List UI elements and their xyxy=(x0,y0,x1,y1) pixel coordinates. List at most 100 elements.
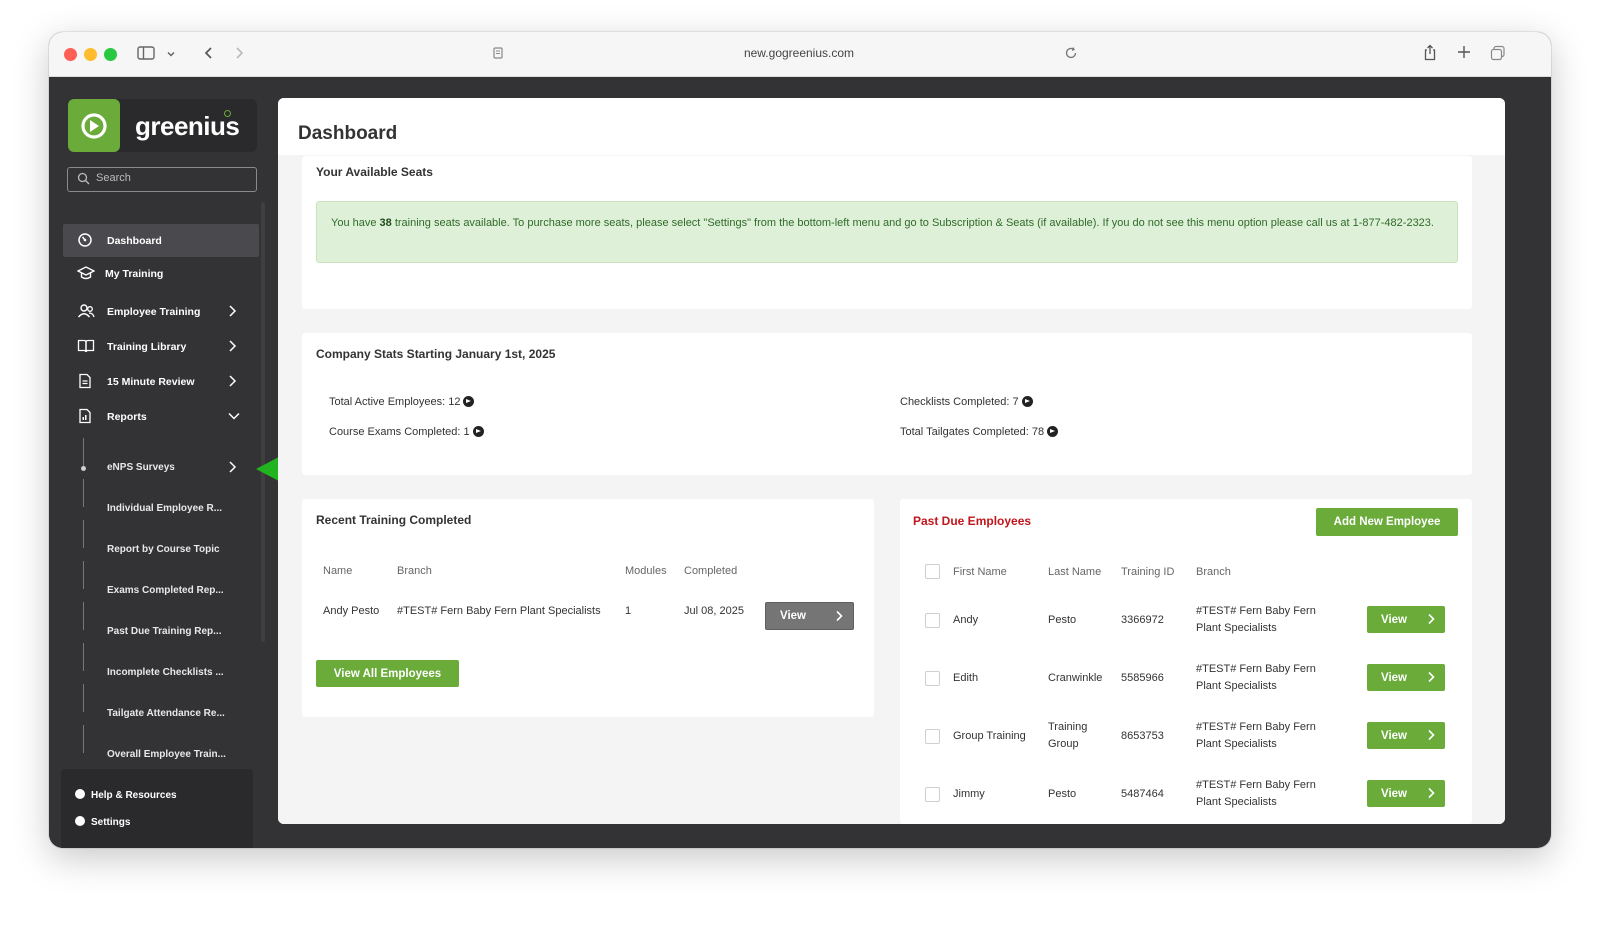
main-content: Dashboard Your Available Seats You have … xyxy=(278,98,1505,824)
cell-first-name: Jimmy xyxy=(953,788,985,800)
report-icon xyxy=(77,408,95,426)
view-employee-button[interactable]: View xyxy=(1367,722,1445,749)
sidebar-scrollbar[interactable] xyxy=(261,202,265,642)
view-training-button[interactable]: View xyxy=(765,602,854,630)
sidebar-item-label: Dashboard xyxy=(107,235,162,247)
chevron-right-icon xyxy=(1427,729,1435,744)
back-arrow-icon[interactable] xyxy=(203,46,215,64)
sidebar-item-my-training[interactable]: My Training xyxy=(63,257,259,290)
sidebar-subitem-label: Report by Course Topic xyxy=(107,544,220,555)
available-seats-card: Your Available Seats You have 38 trainin… xyxy=(302,156,1472,309)
row-checkbox[interactable] xyxy=(925,729,940,744)
view-employee-button[interactable]: View xyxy=(1367,664,1445,691)
chevron-down-icon[interactable] xyxy=(166,47,176,63)
logo-text: greenius xyxy=(135,111,240,141)
address-bar[interactable]: new.gogreenius.com xyxy=(709,46,889,60)
chevron-right-icon xyxy=(227,374,237,391)
tree-line xyxy=(83,602,84,630)
card-title: Recent Training Completed xyxy=(316,513,472,527)
chevron-right-icon xyxy=(227,460,237,477)
alert-text: training seats available. To purchase mo… xyxy=(391,217,1434,229)
view-all-employees-button[interactable]: View All Employees xyxy=(316,660,459,687)
column-header-branch: Branch xyxy=(397,565,432,577)
tab-overview-icon[interactable] xyxy=(1490,45,1506,65)
share-icon[interactable] xyxy=(1423,44,1437,65)
sidebar-subitem-label: eNPS Surveys xyxy=(107,462,175,473)
cell-branch: #TEST# Fern Baby Fern Plant Specialists xyxy=(1196,605,1316,634)
column-header-modules: Modules xyxy=(625,565,667,577)
search-box[interactable] xyxy=(67,167,257,192)
column-header-name: Name xyxy=(323,565,353,577)
reader-icon[interactable] xyxy=(492,46,504,64)
sidebar-subitem-enps-surveys[interactable]: eNPS Surveys xyxy=(81,438,253,489)
reload-icon[interactable] xyxy=(1064,46,1078,64)
sidebar-item-15-minute-review[interactable]: 15 Minute Review xyxy=(63,365,259,398)
sidebar-item-training-library[interactable]: Training Library xyxy=(63,330,259,363)
cell-branch: #TEST# Fern Baby Fern Plant Specialists xyxy=(397,605,601,617)
maximize-window-button[interactable] xyxy=(104,48,117,61)
chevron-right-icon xyxy=(1427,613,1435,628)
sidebar-subitem-label: Past Due Training Rep... xyxy=(107,626,222,637)
row-checkbox[interactable] xyxy=(925,671,940,686)
search-input[interactable] xyxy=(96,172,246,184)
sidebar-subitem-individual-employee-report[interactable]: Individual Employee R... xyxy=(83,479,253,530)
cell-training-id: 8653753 xyxy=(1121,730,1164,742)
view-employee-button[interactable]: View xyxy=(1367,780,1445,807)
greenius-logo[interactable]: greenius xyxy=(68,99,257,152)
minimize-window-button[interactable] xyxy=(84,48,97,61)
close-window-button[interactable] xyxy=(64,48,77,61)
dashboard-icon xyxy=(77,232,95,250)
forward-arrow-icon[interactable] xyxy=(233,46,245,64)
page-header xyxy=(278,98,1505,155)
chevron-right-icon xyxy=(227,339,237,356)
cell-last-name: Training Group xyxy=(1048,721,1088,750)
sidebar-item-dashboard[interactable]: Dashboard xyxy=(63,224,259,257)
select-all-checkbox[interactable] xyxy=(925,564,940,579)
cell-modules: 1 xyxy=(625,605,632,617)
tree-line xyxy=(83,479,84,507)
stat-checklists-completed[interactable]: Checklists Completed: 7 xyxy=(900,396,1033,408)
sidebar-item-employee-training[interactable]: Employee Training xyxy=(63,295,259,328)
sidebar-subitem-incomplete-checklists[interactable]: Incomplete Checklists ... xyxy=(83,643,253,694)
stat-label: Total Active Employees: 12 xyxy=(329,396,461,408)
tree-line xyxy=(83,684,84,712)
sidebar-toggle-icon[interactable] xyxy=(137,46,155,64)
stat-course-exams-completed[interactable]: Course Exams Completed: 1 xyxy=(329,426,484,438)
cell-name: Andy Pesto xyxy=(323,605,380,617)
stat-total-active-employees[interactable]: Total Active Employees: 12 xyxy=(329,396,475,408)
sidebar-subitem-label: Tailgate Attendance Re... xyxy=(107,708,225,719)
add-new-employee-button[interactable]: Add New Employee xyxy=(1316,508,1458,536)
cell-branch: #TEST# Fern Baby Fern Plant Specialists xyxy=(1196,779,1316,808)
view-employee-button[interactable]: View xyxy=(1367,606,1445,633)
arrow-circle-icon[interactable] xyxy=(472,426,484,437)
stat-label: Checklists Completed: 7 xyxy=(900,396,1019,408)
cell-last-name: Pesto xyxy=(1048,788,1077,800)
cell-first-name: Andy xyxy=(953,614,979,626)
browser-toolbar: new.gogreenius.com xyxy=(49,32,1551,77)
document-icon xyxy=(77,373,95,391)
arrow-circle-icon[interactable] xyxy=(1047,426,1059,437)
sidebar-subitem-past-due-training-report[interactable]: Past Due Training Rep... xyxy=(83,602,253,653)
sidebar-subitem-exams-completed-report[interactable]: Exams Completed Rep... xyxy=(83,561,253,612)
card-title: Company Stats Starting January 1st, 2025 xyxy=(316,347,556,361)
cell-last-name: Cranwinkle xyxy=(1048,672,1103,684)
sidebar-item-help[interactable]: Help & Resources xyxy=(75,789,177,801)
sidebar-item-label: My Training xyxy=(105,268,164,280)
chevron-down-icon xyxy=(227,409,241,426)
cell-first-name: Group Training xyxy=(953,730,1026,742)
column-header-branch: Branch xyxy=(1196,566,1231,578)
tree-line xyxy=(83,643,84,671)
arrow-circle-icon[interactable] xyxy=(1021,396,1033,407)
arrow-circle-icon[interactable] xyxy=(463,396,475,407)
stat-total-tailgates-completed[interactable]: Total Tailgates Completed: 78 xyxy=(900,426,1059,438)
cell-branch: #TEST# Fern Baby Fern Plant Specialists xyxy=(1196,663,1316,692)
sidebar-item-settings[interactable]: Settings xyxy=(75,816,130,828)
page-title: Dashboard xyxy=(298,123,398,144)
row-checkbox[interactable] xyxy=(925,613,940,628)
button-label: View xyxy=(1381,671,1407,684)
new-tab-icon[interactable] xyxy=(1457,45,1471,63)
row-checkbox[interactable] xyxy=(925,787,940,802)
sidebar-subitem-tailgate-attendance-report[interactable]: Tailgate Attendance Re... xyxy=(83,684,253,735)
sidebar-item-reports[interactable]: Reports xyxy=(63,400,259,433)
sidebar-subitem-report-by-course-topic[interactable]: Report by Course Topic xyxy=(83,520,253,571)
